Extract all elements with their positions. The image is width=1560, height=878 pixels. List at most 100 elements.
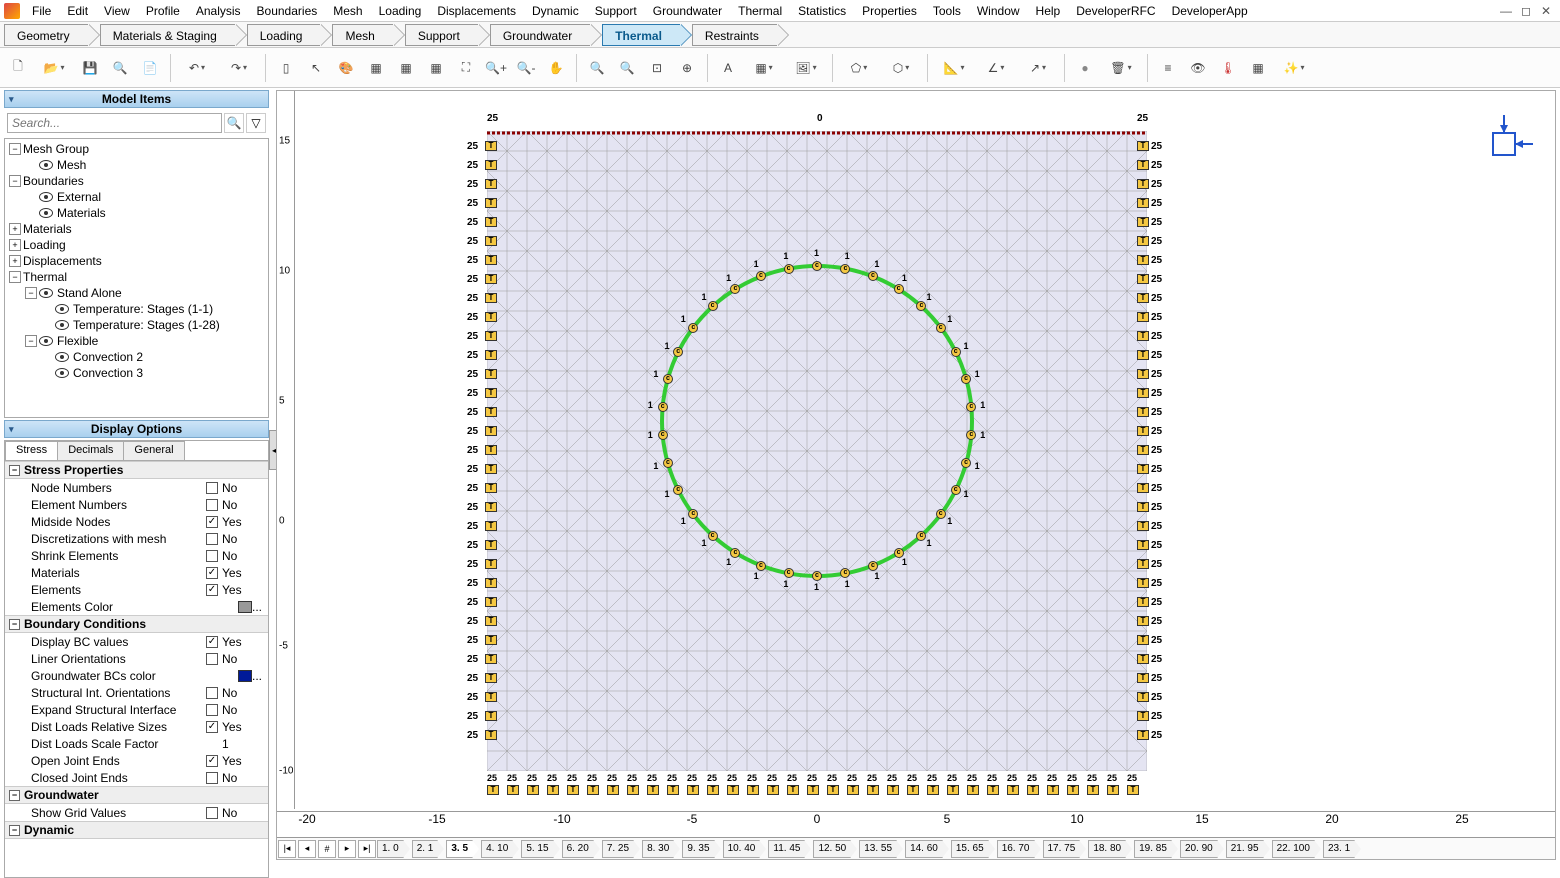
stage-tab[interactable]: 7. 25 [602,840,634,858]
menu-view[interactable]: View [96,2,138,20]
gradient-button[interactable]: ▦ [1244,54,1272,82]
stage-tab[interactable]: 8. 30 [642,840,674,858]
tree-item[interactable]: Mesh [5,157,268,173]
stage-tab[interactable]: 17. 75 [1043,840,1081,858]
document-button[interactable]: 📄 [136,54,164,82]
undo-button[interactable]: ↶▾ [177,54,217,82]
text-button[interactable]: A [714,54,742,82]
tree-item[interactable]: Convection 2 [5,349,268,365]
prop-row[interactable]: Dist Loads Relative Sizes✓Yes [5,718,268,735]
stage-tab[interactable]: 5. 15 [521,840,553,858]
stage-tab[interactable]: 4. 10 [481,840,513,858]
workflow-tab-geometry[interactable]: Geometry [4,24,88,46]
tree-item[interactable]: +Materials [5,221,268,237]
redo-button[interactable]: ↷▾ [219,54,259,82]
tree-item[interactable]: +Loading [5,237,268,253]
stage-tab[interactable]: 2. 1 [412,840,439,858]
prop-section[interactable]: −Stress Properties [5,461,268,479]
menu-support[interactable]: Support [587,2,645,20]
prop-row[interactable]: Shrink ElementsNo [5,547,268,564]
stage-next-button[interactable]: ▸ [338,840,356,858]
stage-last-button[interactable]: ▸| [358,840,376,858]
tree-item[interactable]: Materials [5,205,268,221]
stage-tab[interactable]: 19. 85 [1134,840,1172,858]
stage-tab[interactable]: 14. 60 [905,840,943,858]
workflow-tab-groundwater[interactable]: Groundwater [490,24,590,46]
print-preview-button[interactable]: 🔍 [106,54,134,82]
prop-row[interactable]: Midside Nodes✓Yes [5,513,268,530]
workflow-tab-materials-staging[interactable]: Materials & Staging [100,24,235,46]
panel-toggle-button[interactable]: ▯ [272,54,300,82]
menu-statistics[interactable]: Statistics [790,2,854,20]
menu-developerapp[interactable]: DeveloperApp [1164,2,1256,20]
menu-dynamic[interactable]: Dynamic [524,2,587,20]
menu-file[interactable]: File [24,2,59,20]
stage-tab[interactable]: 10. 40 [723,840,761,858]
query-button[interactable]: ↗▾ [1018,54,1058,82]
zoom-in2-button[interactable]: 🔍 [583,54,611,82]
circle-fill-button[interactable]: ● [1071,54,1099,82]
prop-section[interactable]: −Dynamic [5,821,268,839]
stage-tab[interactable]: 16. 70 [997,840,1035,858]
prop-row[interactable]: Groundwater BCs color... [5,667,268,684]
tree-item[interactable]: +Displacements [5,253,268,269]
stage-tab[interactable]: 22. 100 [1272,840,1315,858]
tree-item[interactable]: −Flexible [5,333,268,349]
layers-button[interactable]: ≡ [1154,54,1182,82]
prop-row[interactable]: Structural Int. OrientationsNo [5,684,268,701]
menu-developerrfc[interactable]: DeveloperRFC [1068,2,1163,20]
zoom-extents-button[interactable]: ⛶ [452,54,480,82]
menu-mesh[interactable]: Mesh [325,2,370,20]
measure-button[interactable]: 📐▾ [934,54,974,82]
menu-groundwater[interactable]: Groundwater [645,2,730,20]
stage-first-button[interactable]: |◂ [278,840,296,858]
display-tab-stress[interactable]: Stress [5,441,58,460]
tree-item[interactable]: Temperature: Stages (1-1) [5,301,268,317]
stage-tab[interactable]: 1. 0 [377,840,404,858]
model-canvas[interactable]: 151050-5-10 25 0 25 25T25T25T25T25T25T25… [276,90,1556,860]
polygon-button[interactable]: ⬠▾ [839,54,879,82]
close-button[interactable]: ✕ [1536,4,1556,18]
prop-row[interactable]: Expand Structural InterfaceNo [5,701,268,718]
prop-row[interactable]: Display BC values✓Yes [5,633,268,650]
new-file-button[interactable]: 🗋 [4,54,32,82]
filter-button[interactable]: ▽ [246,113,266,133]
prop-section[interactable]: −Boundary Conditions [5,615,268,633]
minimize-button[interactable]: — [1496,4,1516,18]
workflow-tab-mesh[interactable]: Mesh [332,24,392,46]
delete-button[interactable]: 🗑▾ [1101,54,1141,82]
tree-item[interactable]: External [5,189,268,205]
stage-tab[interactable]: 21. 95 [1226,840,1264,858]
prop-row[interactable]: Dist Loads Scale Factor1 [5,735,268,752]
tree-item[interactable]: −Stand Alone [5,285,268,301]
orientation-widget[interactable] [1475,111,1535,171]
menu-thermal[interactable]: Thermal [730,2,790,20]
workflow-tab-thermal[interactable]: Thermal [602,24,680,46]
prop-row[interactable]: Element NumbersNo [5,496,268,513]
zoom-all-button[interactable]: ⊕ [673,54,701,82]
tree-item[interactable]: Temperature: Stages (1-28) [5,317,268,333]
save-button[interactable]: 💾 [76,54,104,82]
prop-row[interactable]: Discretizations with meshNo [5,530,268,547]
magic-button[interactable]: ✨▾ [1274,54,1314,82]
stage-tab[interactable]: 20. 90 [1180,840,1218,858]
hexagon-button[interactable]: ⬡▾ [881,54,921,82]
menu-profile[interactable]: Profile [138,2,188,20]
menu-displacements[interactable]: Displacements [429,2,524,20]
zoom-window-button[interactable]: ⊡ [643,54,671,82]
stage-tab[interactable]: 13. 55 [859,840,897,858]
stage-tab[interactable]: 15. 65 [951,840,989,858]
stage-tab[interactable]: 11. 45 [768,840,805,858]
prop-row[interactable]: Open Joint Ends✓Yes [5,752,268,769]
pan-button[interactable]: ✋ [542,54,570,82]
menu-edit[interactable]: Edit [59,2,96,20]
stage-tab[interactable]: 18. 80 [1088,840,1126,858]
workflow-tab-support[interactable]: Support [405,24,478,46]
color-wheel-button[interactable]: 🎨 [332,54,360,82]
menu-properties[interactable]: Properties [854,2,925,20]
eye-tool-button[interactable]: 👁 [1184,54,1212,82]
search-input[interactable] [7,113,222,133]
menu-analysis[interactable]: Analysis [188,2,249,20]
grid1-button[interactable]: ▦ [362,54,390,82]
maximize-button[interactable]: ◻ [1516,4,1536,18]
